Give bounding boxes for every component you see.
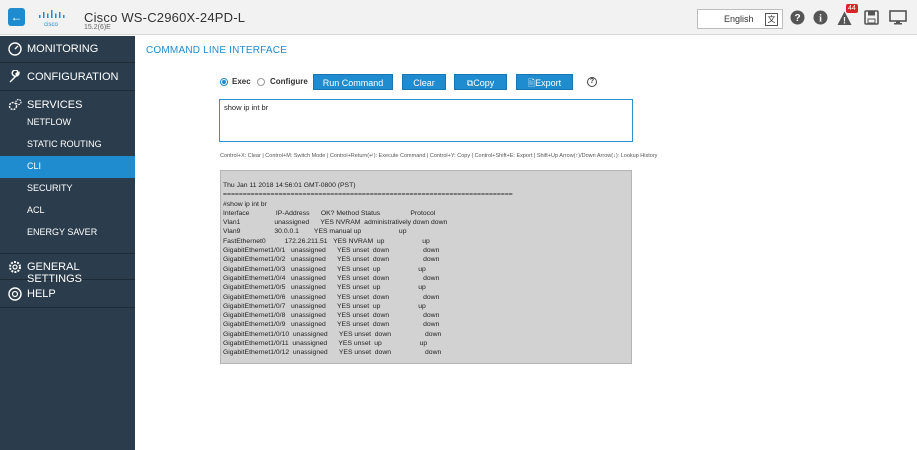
sidebar-item-static-routing[interactable]: STATIC ROUTING — [0, 134, 135, 156]
wrench-icon — [9, 70, 20, 83]
sidebar-item-label: NETFLOW — [27, 117, 71, 127]
keyboard-shortcuts-hint: Control+X: Clear | Control+M: Switch Mod… — [220, 153, 658, 159]
sidebar-configuration[interactable]: CONFIGURATION — [0, 64, 135, 91]
output-line: GigabitEthernet1/0/12 unassigned YES uns… — [223, 349, 442, 357]
translate-icon: 文 — [765, 13, 778, 26]
svg-text:cisco: cisco — [44, 22, 58, 28]
command-output: Thu Jan 11 2018 14:56:01 GMT-0800 (PST) =… — [220, 170, 632, 364]
back-arrow-icon[interactable]: ← — [8, 8, 25, 26]
sidebar-monitoring[interactable]: MONITORING — [0, 36, 135, 63]
svg-text:?: ? — [794, 13, 800, 24]
output-line: GigabitEthernet1/0/4 unassigned YES unse… — [223, 274, 440, 282]
help-icon[interactable]: ? — [790, 10, 805, 25]
svg-text:!: ! — [843, 16, 846, 26]
monitoring-icon — [8, 42, 22, 56]
command-input[interactable]: show ip int br — [219, 99, 633, 142]
sidebar-item-security[interactable]: SECURITY — [0, 178, 135, 200]
output-line: GigabitEthernet1/0/11 unassigned YES uns… — [223, 340, 428, 348]
sidebar-label: HELP — [27, 288, 56, 300]
output-line: #show ip int br — [223, 200, 267, 208]
copy-button[interactable]: ⧉Copy — [454, 74, 507, 90]
output-line: FastEthernet0 172.26.211.51 YES NVRAM up… — [223, 237, 430, 245]
sidebar-help[interactable]: HELP — [0, 281, 135, 308]
help-icon[interactable]: ? — [587, 77, 597, 87]
output-line: GigabitEthernet1/0/2 unassigned YES unse… — [223, 256, 440, 264]
output-line: Vlan1 unassigned YES NVRAM administrativ… — [223, 219, 448, 227]
sidebar-item-label: STATIC ROUTING — [27, 139, 102, 149]
gear-icon — [9, 261, 21, 273]
output-line: Thu Jan 11 2018 14:56:01 GMT-0800 (PST) — [223, 182, 356, 189]
configure-mode-label: Configure — [270, 77, 308, 86]
sidebar-item-cli[interactable]: CLI — [0, 156, 135, 178]
sidebar-general-settings[interactable]: GENERAL SETTINGS — [0, 253, 135, 285]
output-line: GigabitEthernet1/0/1 unassigned YES unse… — [223, 247, 440, 255]
alert-icon[interactable]: ! — [837, 11, 852, 26]
page-title: COMMAND LINE INTERFACE — [146, 45, 288, 56]
output-line: GigabitEthernet1/0/6 unassigned YES unse… — [223, 293, 440, 301]
save-icon[interactable] — [864, 10, 879, 25]
output-line: GigabitEthernet1/0/8 unassigned YES unse… — [223, 312, 440, 320]
sidebar-label: CONFIGURATION — [27, 71, 119, 83]
copy-label: Copy — [473, 78, 495, 88]
sidebar-item-label: ENERGY SAVER — [27, 227, 98, 237]
svg-text:i: i — [819, 14, 822, 25]
sidebar-item-energy-saver[interactable]: ENERGY SAVER — [0, 222, 135, 244]
exec-mode-radio[interactable] — [220, 78, 228, 86]
configure-mode-radio[interactable] — [257, 78, 265, 86]
info-icon[interactable]: i — [813, 10, 828, 25]
help-icon — [8, 287, 22, 301]
sidebar-item-netflow[interactable]: NETFLOW — [0, 112, 135, 134]
sidebar-item-label: CLI — [27, 161, 42, 171]
sidebar-item-label: ACL — [27, 205, 45, 215]
exec-mode-label: Exec — [232, 77, 251, 86]
export-label: Export — [535, 78, 562, 88]
output-line: GigabitEthernet1/0/3 unassigned YES unse… — [223, 265, 426, 273]
output-line: GigabitEthernet1/0/5 unassigned YES unse… — [223, 284, 426, 292]
sidebar: MONITORING CONFIGURATION SERVICES NETFLO… — [0, 36, 135, 450]
device-name: Cisco WS-C2960X-24PD-L — [84, 10, 246, 25]
language-label: English — [724, 14, 754, 24]
output-line: Interface IP-Address OK? Method Status P… — [223, 209, 436, 217]
export-button[interactable]: 🖹Export — [516, 74, 573, 90]
monitor-icon[interactable] — [889, 10, 907, 25]
output-line: GigabitEthernet1/0/7 unassigned YES unse… — [223, 302, 426, 310]
sidebar-item-label: SECURITY — [27, 183, 73, 193]
sidebar-item-acl[interactable]: ACL — [0, 200, 135, 222]
clear-button[interactable]: Clear — [402, 74, 446, 90]
sidebar-label: MONITORING — [27, 43, 99, 55]
alert-count-badge: 44 — [846, 4, 858, 13]
cisco-logo: cisco — [39, 10, 65, 28]
sidebar-label: SERVICES — [27, 99, 83, 111]
output-line: Vlan9 30.0.0.1 YES manual up up — [223, 228, 407, 236]
output-line: GigabitEthernet1/0/10 unassigned YES uns… — [223, 330, 442, 338]
language-select[interactable]: English 文 — [697, 9, 783, 29]
run-command-button[interactable]: Run Command — [313, 74, 393, 90]
output-line: ========================================… — [223, 191, 513, 199]
top-bar: ← cisco Cisco WS-C2960X-24PD-L 15.2(6)E … — [0, 0, 917, 35]
output-line: GigabitEthernet1/0/9 unassigned YES unse… — [223, 321, 440, 329]
gears-icon — [8, 98, 22, 111]
version-text: 15.2(6)E — [84, 24, 111, 31]
